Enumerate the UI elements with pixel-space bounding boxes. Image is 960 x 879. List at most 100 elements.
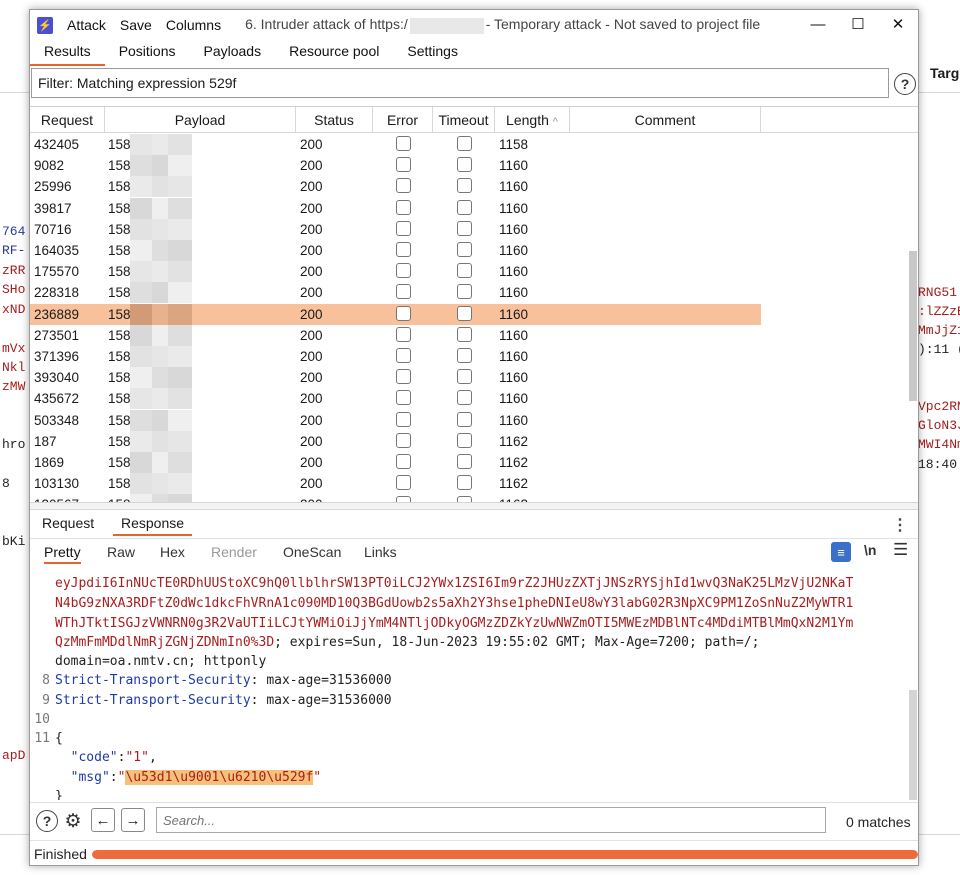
column-length[interactable]: Length ^ [495, 107, 570, 133]
minimize-button[interactable]: — [798, 10, 838, 38]
redacted-payload-block [168, 282, 192, 304]
background-code-fragment: ):11 ( [918, 342, 960, 357]
column-request[interactable]: Request [30, 107, 105, 133]
menu-save[interactable]: Save [120, 17, 152, 33]
table-row[interactable]: 120567 158 200 1162 [30, 494, 918, 502]
redacted-payload-block [152, 473, 168, 495]
table-row[interactable]: 273501 158 200 1160 [30, 324, 918, 346]
error-checkbox [396, 369, 411, 385]
cell-status: 200 [300, 285, 323, 301]
tab-results[interactable]: Results [30, 40, 105, 66]
cell-payload: 158 [108, 455, 131, 470]
redacted-payload-block [152, 176, 168, 198]
table-row[interactable]: 164035 158 200 1160 [30, 240, 918, 261]
filter-row: Filter: Matching expression 529f ? [30, 67, 918, 101]
redacted-payload-block [152, 218, 168, 240]
split-divider[interactable] [30, 502, 918, 510]
table-row[interactable]: 228318 158 200 1160 [30, 282, 918, 304]
close-button[interactable]: ✕ [878, 10, 918, 38]
table-row[interactable]: 70716 158 200 1160 [30, 218, 918, 240]
column-payload[interactable]: Payload [105, 107, 296, 133]
table-row[interactable]: 187 158 200 1162 [30, 430, 918, 452]
cell-request: 432405 [34, 137, 80, 152]
cell-length: 1160 [499, 306, 529, 322]
tab-onescan[interactable]: OneScan [283, 542, 341, 564]
code-token: Strict-Transport-Security [55, 693, 251, 708]
cell-request: 435672 [34, 391, 80, 407]
menu-attack[interactable]: Attack [67, 17, 106, 33]
cell-request: 39817 [34, 200, 72, 216]
error-checkbox [396, 263, 411, 279]
table-scrollbar-thumb[interactable] [909, 251, 917, 401]
maximize-button[interactable]: ☐ [838, 10, 878, 38]
help-icon[interactable]: ? [894, 73, 916, 95]
word-wrap-icon[interactable]: ≡ [831, 542, 851, 562]
hamburger-menu-icon[interactable]: ☰ [893, 540, 908, 560]
redacted-payload-block [152, 324, 168, 346]
table-row[interactable]: 236889 158 200 1160 [30, 303, 918, 325]
editor-scrollbar-thumb[interactable] [909, 690, 917, 800]
more-options-icon[interactable]: ⋮ [892, 515, 908, 535]
line-number: 10 [34, 712, 50, 727]
cell-request: 1869 [34, 455, 65, 470]
tab-settings[interactable]: Settings [393, 40, 472, 66]
table-row[interactable]: 25996 158 200 1160 [30, 176, 918, 198]
redacted-payload-block [130, 346, 152, 367]
help-icon[interactable]: ? [36, 810, 58, 832]
detail-tabs: Request Response ⋮ [30, 510, 918, 536]
tab-positions[interactable]: Positions [105, 40, 190, 66]
cell-length: 1160 [499, 264, 529, 280]
window-title-suffix: - Temporary attack - Not saved to projec… [485, 16, 761, 33]
intruder-attack-window: ⚡ Attack Save Columns 6. Intruder attack… [29, 9, 919, 866]
error-checkbox [396, 411, 411, 427]
redacted-payload-block [168, 430, 192, 452]
code-token: ; expires=Sun, 18-Jun-2023 19:55:02 GMT;… [274, 635, 760, 650]
menu-columns[interactable]: Columns [166, 17, 221, 33]
column-comment[interactable]: Comment [570, 107, 761, 133]
tab-raw[interactable]: Raw [107, 542, 135, 564]
timeout-checkbox [457, 369, 472, 385]
table-row[interactable]: 435672 158 200 1160 [30, 388, 918, 410]
column-timeout[interactable]: Timeout [433, 107, 495, 133]
cell-length: 1160 [499, 158, 529, 174]
table-row[interactable]: 393040 158 200 1160 [30, 367, 918, 389]
background-code-fragment: SHo [2, 282, 26, 297]
redacted-payload-block [130, 240, 152, 261]
table-row[interactable]: 371396 158 200 1160 [30, 346, 918, 367]
table-row[interactable]: 175570 158 200 1160 [30, 261, 918, 283]
redacted-payload-block [168, 176, 192, 198]
tab-pretty[interactable]: Pretty [44, 542, 81, 564]
progress-fill [92, 850, 918, 859]
table-row[interactable]: 432405 158 200 1158 [30, 134, 918, 155]
cell-length: 1158 [499, 137, 529, 152]
response-editor[interactable]: eyJpdiI6InNUcTE0RDhUUStoXC9hQ0llblhrSW13… [30, 565, 918, 800]
settings-gear-icon[interactable]: ⚙ [61, 809, 85, 833]
tab-hex[interactable]: Hex [160, 542, 185, 564]
column-error[interactable]: Error [373, 107, 433, 133]
filter-bar[interactable]: Filter: Matching expression 529f [31, 68, 889, 98]
cell-payload: 158 [108, 137, 131, 152]
error-checkbox [396, 348, 411, 363]
tab-links[interactable]: Links [364, 542, 397, 564]
table-row[interactable]: 103130 158 200 1162 [30, 473, 918, 495]
next-match-button[interactable]: → [121, 808, 145, 832]
table-row[interactable]: 9082 158 200 1160 [30, 155, 918, 177]
table-row[interactable]: 39817 158 200 1160 [30, 197, 918, 219]
table-row[interactable]: 503348 158 200 1160 [30, 409, 918, 431]
cell-payload: 158 [108, 221, 131, 237]
show-newlines-toggle[interactable]: \n [864, 542, 876, 558]
redacted-payload-block [152, 388, 168, 410]
tab-response[interactable]: Response [113, 512, 193, 536]
timeout-checkbox [457, 199, 472, 215]
column-status[interactable]: Status [296, 107, 373, 133]
search-input[interactable] [156, 807, 826, 833]
cell-payload: 158 [108, 306, 131, 322]
previous-match-button[interactable]: ← [91, 808, 115, 832]
tab-payloads[interactable]: Payloads [190, 40, 276, 66]
cell-length: 1160 [499, 200, 529, 216]
table-row[interactable]: 1869 158 200 1162 [30, 452, 918, 473]
tab-request[interactable]: Request [34, 512, 102, 536]
cell-length: 1162 [499, 433, 529, 449]
tab-resource-pool[interactable]: Resource pool [275, 40, 393, 66]
background-code-fragment: 764 [2, 224, 26, 239]
